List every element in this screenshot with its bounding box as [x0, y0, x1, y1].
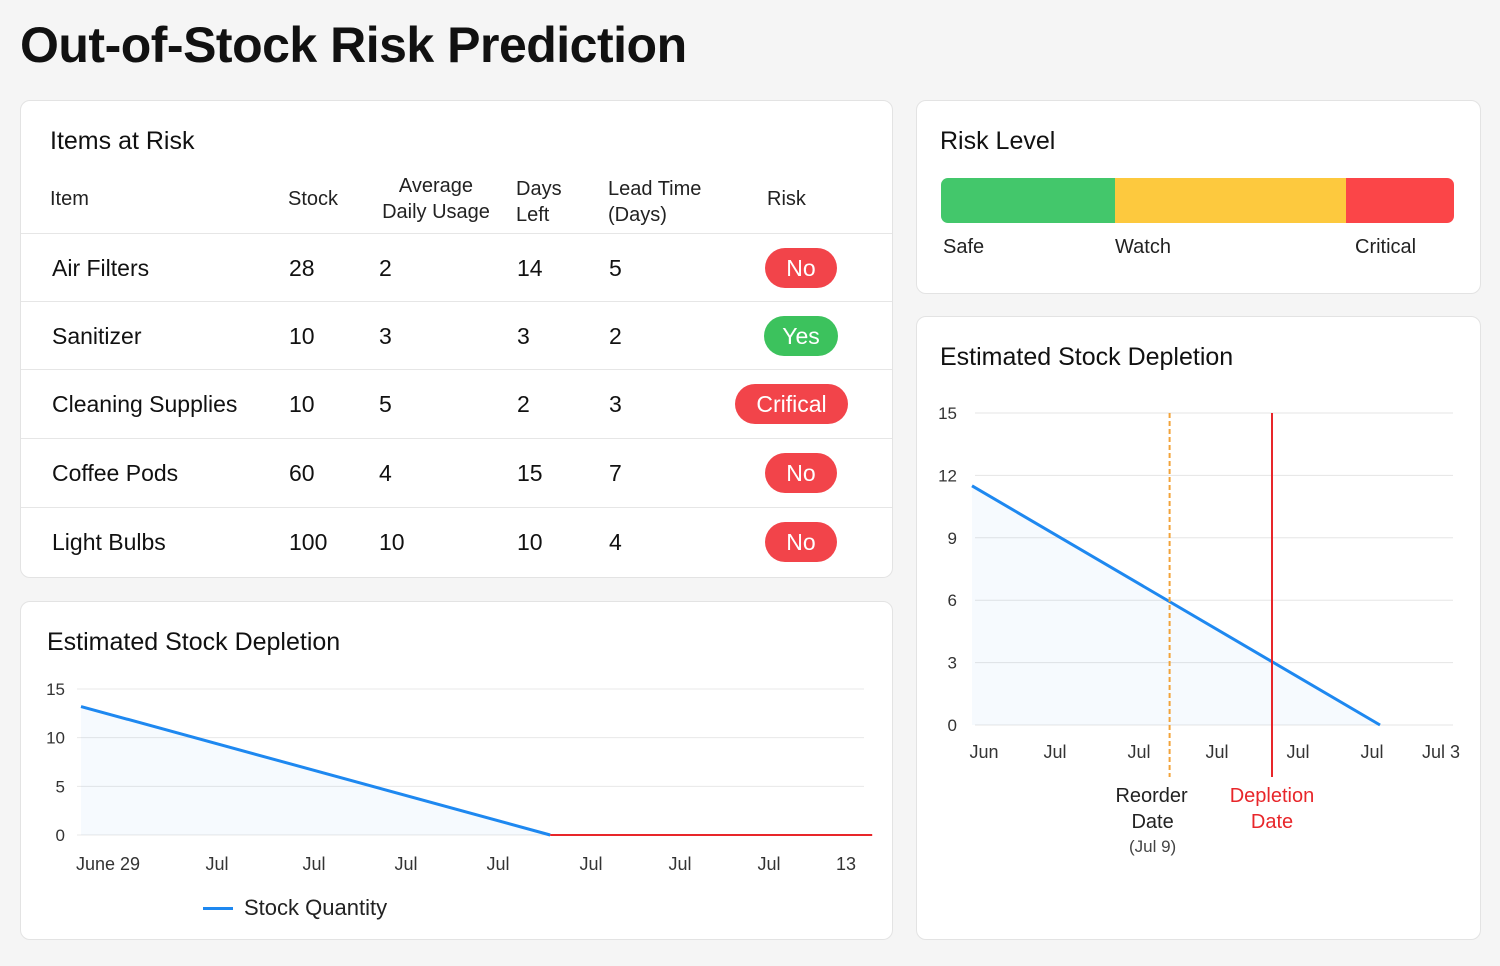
- y-tick-label: 0: [56, 826, 65, 845]
- x-tick-label: Jul: [1205, 742, 1228, 762]
- cell-stock: 10: [289, 391, 315, 417]
- cell-days-left: 15: [517, 460, 543, 486]
- cell-item: Air Filters: [52, 255, 150, 281]
- cell-days-left: 3: [517, 323, 530, 349]
- y-tick-label: 6: [948, 591, 957, 610]
- risk-level-card: Risk Level Safe Watch Critical: [916, 100, 1481, 294]
- y-tick-label: 12: [938, 466, 957, 485]
- risk-level-bar: [941, 178, 1454, 223]
- cell-stock: 28: [289, 255, 315, 281]
- cell-days-left: 2: [517, 391, 530, 417]
- marker-label: Date: [1251, 811, 1293, 833]
- col-header-risk: Risk: [767, 188, 806, 210]
- x-tick-label: Jul: [302, 854, 325, 874]
- cell-days-left: 14: [517, 255, 543, 281]
- risk-segment-safe: [941, 178, 1116, 223]
- marker-label: Reorder: [1115, 785, 1188, 807]
- x-tick-label: Jul 3: [1422, 742, 1460, 762]
- cell-stock: 60: [289, 460, 315, 486]
- col-header-stock: Stock: [288, 188, 339, 210]
- col-header-lead-time: Lead Time (Days): [608, 178, 702, 226]
- y-tick-label: 10: [46, 729, 65, 748]
- cell-avg-usage: 10: [379, 529, 405, 555]
- marker-label: Depletion: [1230, 785, 1315, 807]
- risk-badge: No: [765, 248, 837, 288]
- stock-depletion-chart-card: Estimated Stock Depletion 0 3 6 9 12 15 Jun Jul…: [916, 316, 1481, 940]
- table-row[interactable]: Light Bulbs 100 10 10 4 No: [21, 507, 892, 576]
- risk-segment-critical: [1346, 178, 1454, 223]
- risk-badge: Yes: [764, 316, 838, 356]
- cell-lead-time: 7: [609, 460, 622, 486]
- cell-avg-usage: 2: [379, 255, 392, 281]
- table-row[interactable]: Cleaning Supplies 10 5 2 3 Crifical: [21, 369, 892, 438]
- cell-avg-usage: 5: [379, 391, 392, 417]
- cell-item: Coffee Pods: [52, 460, 179, 486]
- y-tick-label: 15: [46, 680, 65, 699]
- cell-item: Sanitizer: [52, 323, 142, 349]
- col-header-avg-usage: Average Daily Usage: [382, 175, 490, 223]
- chart-legend: Stock Quantity: [203, 893, 387, 923]
- col-header-item: Item: [50, 188, 89, 210]
- cell-days-left: 10: [517, 529, 543, 555]
- y-tick-label: 0: [948, 716, 957, 735]
- cell-item: Light Bulbs: [52, 529, 166, 555]
- stock-quantity-chart: 0 5 10 15 June 29 Jul Jul Jul Jul Jul Jul Jul 13: [46, 680, 873, 874]
- risk-label-watch: Watch: [1115, 236, 1171, 258]
- cell-item: Cleaning Supplies: [52, 391, 238, 417]
- col-header-days-left: Days Left: [516, 178, 562, 226]
- cell-stock: 10: [289, 323, 315, 349]
- cell-lead-time: 4: [609, 529, 622, 555]
- risk-badge: Crifical: [735, 384, 848, 424]
- marker-label: Date: [1131, 811, 1173, 833]
- x-tick-label: Jul: [668, 854, 691, 874]
- risk-badge: No: [765, 453, 837, 493]
- risk-label-critical: Critical: [1355, 236, 1417, 258]
- x-tick-label: Jul: [579, 854, 602, 874]
- x-tick-label: Jul: [1043, 742, 1066, 762]
- cell-lead-time: 2: [609, 323, 622, 349]
- y-tick-label: 9: [948, 529, 957, 548]
- page-title: Out-of-Stock Risk Prediction: [20, 17, 687, 73]
- x-tick-label: June 29: [76, 854, 140, 874]
- y-tick-label: 3: [948, 654, 957, 673]
- x-tick-label: Jul: [1286, 742, 1309, 762]
- stock-depletion-chart: 0 3 6 9 12 15 Jun Jul Jul Jul Jul Jul Jul 3 Reorder Da…: [938, 404, 1460, 856]
- table-row[interactable]: Coffee Pods 60 4 15 7 No: [21, 438, 892, 507]
- x-tick-label: Jul: [1360, 742, 1383, 762]
- table-row[interactable]: Air Filters 28 2 14 5 No: [21, 233, 892, 302]
- legend-swatch: [203, 906, 233, 910]
- stock-depletion-chart-card-bottom: Estimated Stock Depletion 0 5 10 15 June 29 J…: [20, 601, 893, 940]
- y-tick-label: 15: [938, 404, 957, 423]
- x-tick-label: 13: [836, 854, 856, 874]
- legend-label: Stock Quantity: [244, 895, 388, 920]
- cell-stock: 100: [289, 529, 328, 555]
- risk-badge: No: [765, 522, 837, 562]
- risk-level-title: Risk Level: [940, 127, 1056, 155]
- items-at-risk-title: Items at Risk: [50, 127, 195, 155]
- y-tick-label: 5: [56, 777, 65, 796]
- x-tick-label: Jul: [394, 854, 417, 874]
- risk-segment-watch: [1115, 178, 1347, 223]
- marker-sub-label: (Jul 9): [1129, 837, 1176, 856]
- cell-lead-time: 3: [609, 391, 622, 417]
- x-tick-label: Jun: [969, 742, 998, 762]
- x-tick-label: Jul: [757, 854, 780, 874]
- cell-avg-usage: 4: [379, 460, 392, 486]
- cell-lead-time: 5: [609, 255, 622, 281]
- risk-label-safe: Safe: [943, 236, 985, 258]
- x-tick-label: Jul: [486, 854, 509, 874]
- x-tick-label: Jul: [205, 854, 228, 874]
- cell-avg-usage: 3: [379, 323, 392, 349]
- x-tick-label: Jul: [1127, 742, 1150, 762]
- table-row[interactable]: Sanitizer 10 3 3 2 Yes: [21, 301, 892, 370]
- items-at-risk-card: Items at Risk Item Stock Average Daily U…: [20, 100, 893, 578]
